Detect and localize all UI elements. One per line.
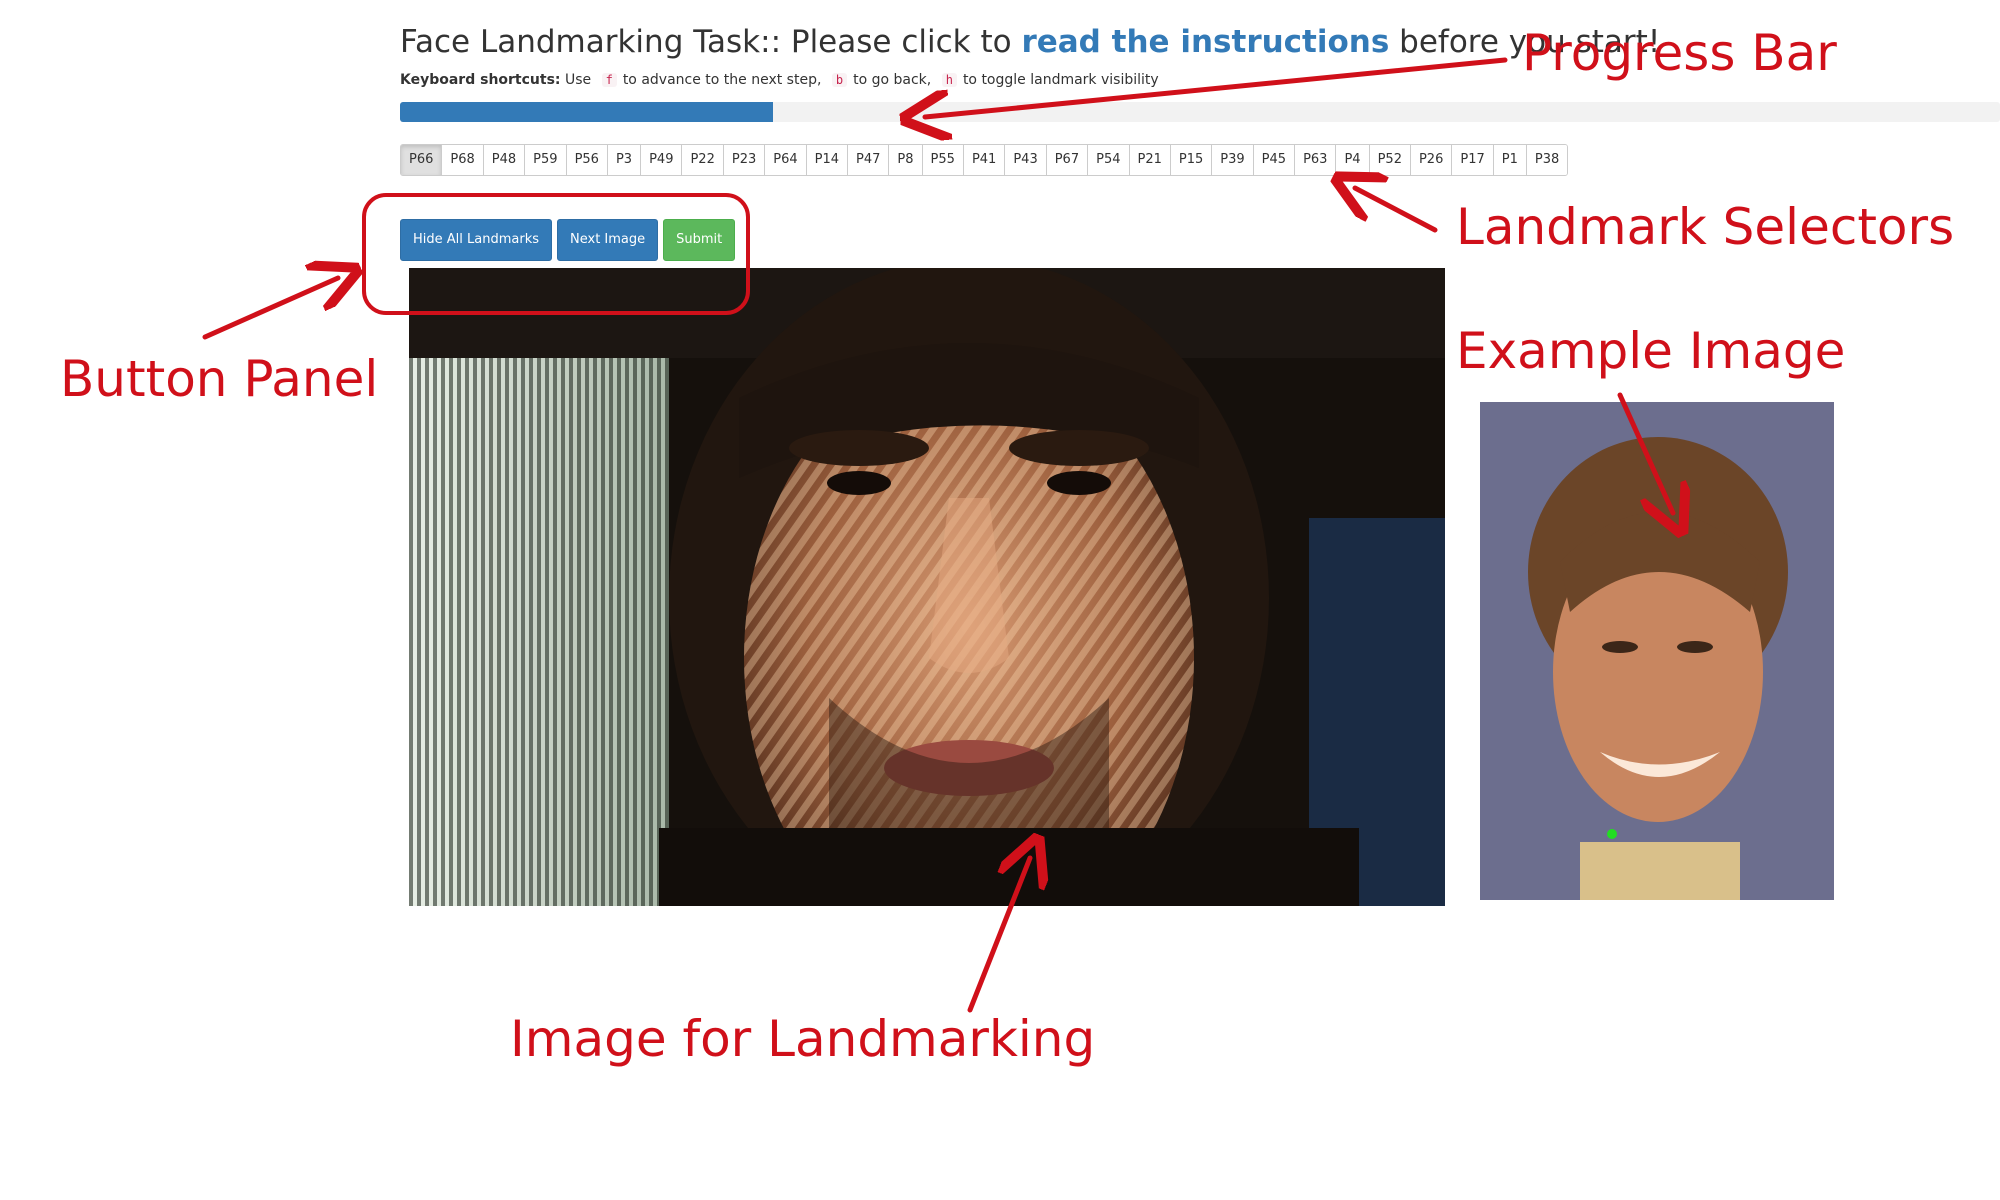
landmark-selector-p59[interactable]: P59 <box>525 145 567 175</box>
landmark-selector-p54[interactable]: P54 <box>1088 145 1130 175</box>
landmark-selector-p22[interactable]: P22 <box>682 145 724 175</box>
landmark-selector-p4[interactable]: P4 <box>1336 145 1370 175</box>
landmarking-photo <box>409 268 1445 906</box>
landmark-selector-p26[interactable]: P26 <box>1410 145 1453 175</box>
example-photo <box>1480 402 1834 900</box>
arrow-button-panel <box>202 278 338 340</box>
image-for-landmarking-annotation: Image for Landmarking <box>510 1010 1096 1068</box>
title-prefix: Face Landmarking Task:: Please click to <box>400 24 1022 60</box>
shortcuts-label: Keyboard shortcuts: <box>400 72 561 88</box>
landmark-selector-p8[interactable]: P8 <box>889 145 923 175</box>
landmark-selector-p67[interactable]: P67 <box>1046 145 1089 175</box>
landmark-selector-p1[interactable]: P1 <box>1493 145 1527 175</box>
landmark-selector-p15[interactable]: P15 <box>1170 145 1213 175</box>
example-image-annotation: Example Image <box>1456 322 1846 380</box>
key-back: b <box>831 73 848 87</box>
landmark-selector-p47[interactable]: P47 <box>848 145 890 175</box>
landmark-selector-p56[interactable]: P56 <box>566 145 608 175</box>
landmark-selector-p14[interactable]: P14 <box>806 145 849 175</box>
progress-bar-annotation: Progress Bar <box>1522 24 1837 82</box>
landmark-selector-p68[interactable]: P68 <box>442 145 484 175</box>
landmark-selector-p64[interactable]: P64 <box>765 145 807 175</box>
progress-fill <box>400 102 773 122</box>
landmark-selector-p48[interactable]: P48 <box>483 145 526 175</box>
keyboard-shortcuts: Keyboard shortcuts: Use f to advance to t… <box>400 72 1159 88</box>
landmark-selector-p38[interactable]: P38 <box>1526 145 1568 175</box>
landmark-selector-p41[interactable]: P41 <box>963 145 1006 175</box>
example-landmark-point <box>1607 829 1617 839</box>
landmark-selector-group: P66 P68 P48 P59 P56 P3 P49 P22 P23 P64 P14 P47 P8 P55… <box>400 144 1569 176</box>
landmark-selector-p49[interactable]: P49 <box>641 145 683 175</box>
button-panel-highlight <box>362 193 750 315</box>
instructions-link[interactable]: read the instructions <box>1021 24 1389 60</box>
landmark-selector-p23[interactable]: P23 <box>723 145 766 175</box>
page-title: Face Landmarking Task:: Please click to … <box>400 24 1660 60</box>
landmark-selector-p55[interactable]: P55 <box>922 145 964 175</box>
landmarking-image[interactable] <box>409 268 1445 906</box>
landmark-selector-p17[interactable]: P17 <box>1452 145 1494 175</box>
landmark-selector-p66[interactable]: P66 <box>401 145 443 175</box>
example-image <box>1480 402 1834 900</box>
landmark-selector-p3[interactable]: P3 <box>607 145 642 175</box>
back-text: to go back, <box>853 72 932 88</box>
toggle-text: to toggle landmark visibility <box>962 72 1159 88</box>
forward-text: to advance to the next step, <box>622 72 822 88</box>
landmark-selectors-annotation: Landmark Selectors <box>1456 198 1955 256</box>
landmark-selector-p43[interactable]: P43 <box>1005 145 1047 175</box>
progress-bar <box>400 102 2000 122</box>
key-toggle: h <box>941 73 957 87</box>
shortcuts-use: Use <box>564 72 592 88</box>
button-panel-annotation: Button Panel <box>60 350 379 408</box>
landmark-selector-p21[interactable]: P21 <box>1129 145 1171 175</box>
arrow-landmark-selectors <box>1355 188 1438 233</box>
landmark-selector-p63[interactable]: P63 <box>1295 145 1337 175</box>
landmark-selector-p39[interactable]: P39 <box>1212 145 1254 175</box>
key-forward: f <box>601 73 617 87</box>
landmark-selector-p45[interactable]: P45 <box>1253 145 1296 175</box>
landmark-selector-p52[interactable]: P52 <box>1369 145 1411 175</box>
